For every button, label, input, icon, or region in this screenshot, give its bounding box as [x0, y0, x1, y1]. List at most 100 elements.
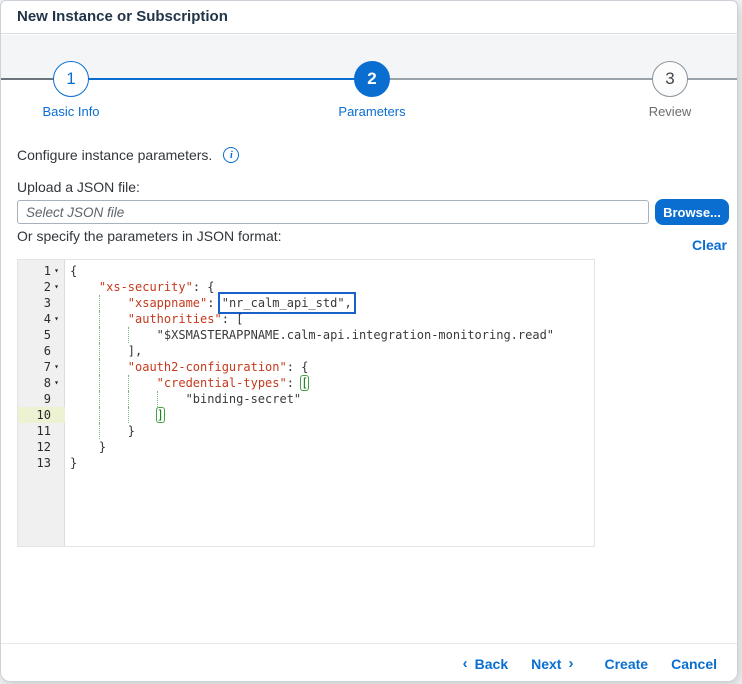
fold-arrow-icon[interactable]: ▾ [51, 279, 62, 295]
indent [70, 423, 99, 439]
indent [70, 311, 99, 327]
line-number: 4 [44, 311, 51, 327]
step-number: 3 [665, 69, 674, 89]
json-code-editor[interactable]: 1▾{2▾"xs-security": {3"xsappname": "nr_c… [17, 259, 595, 547]
fold-arrow-icon[interactable]: ▾ [51, 263, 62, 279]
indent-guide [157, 391, 186, 407]
code-line: 12} [18, 439, 594, 455]
code-content: { [65, 263, 77, 279]
indent [70, 439, 99, 455]
code-line: 13} [18, 455, 594, 471]
line-number: 5 [44, 327, 51, 343]
step-circle-basic-info[interactable]: 1 [53, 61, 89, 97]
cancel-button[interactable]: Cancel [671, 656, 717, 672]
dialog-title: New Instance or Subscription [1, 1, 737, 33]
gutter-cell: 10 [18, 407, 65, 423]
indent [70, 359, 99, 375]
upload-label: Upload a JSON file: [17, 179, 140, 195]
matching-bracket: ] [157, 408, 164, 422]
step-circle-parameters[interactable]: 2 [354, 61, 390, 97]
step-label-basic-info[interactable]: Basic Info [42, 104, 99, 119]
code-text: } [70, 456, 77, 470]
code-content: "$XSMASTERAPPNAME.calm-api.integration-m… [65, 327, 554, 343]
code-content: "binding-secret" [65, 391, 301, 407]
code-line: 11} [18, 423, 594, 439]
step-label-parameters[interactable]: Parameters [338, 104, 405, 119]
indent [70, 407, 99, 423]
gutter-cell: 2▾ [18, 279, 65, 295]
clear-link[interactable]: Clear [692, 237, 727, 253]
matching-bracket: [ [301, 376, 308, 390]
line-number: 13 [37, 455, 51, 471]
code-content: "oauth2-configuration": { [65, 359, 308, 375]
indent-guide [99, 359, 128, 375]
info-icon[interactable]: i [223, 147, 239, 163]
code-content: ] [65, 407, 164, 423]
gutter-cell: 9 [18, 391, 65, 407]
code-text: : [207, 296, 221, 310]
or-specify-label: Or specify the parameters in JSON format… [17, 228, 282, 244]
code-content: "authorities": [ [65, 311, 243, 327]
back-button[interactable]: ‹ Back [463, 656, 508, 672]
indent-guide [99, 391, 128, 407]
indent [70, 279, 99, 295]
code-line: 2▾"xs-security": { [18, 279, 594, 295]
code-line: 10] [18, 407, 594, 423]
chevron-right-icon: › [568, 656, 573, 671]
json-file-input[interactable] [17, 200, 649, 224]
fold-arrow-icon[interactable]: ▾ [51, 359, 62, 375]
line-number: 11 [37, 423, 51, 439]
gutter-cell: 5 [18, 327, 65, 343]
code-text: } [99, 440, 106, 454]
code-line: 8▾"credential-types": [ [18, 375, 594, 391]
gutter-cell: 6 [18, 343, 65, 359]
back-label: Back [475, 656, 508, 672]
line-number: 10 [37, 407, 51, 423]
highlighted-value: "nr_calm_api_std", [222, 296, 352, 310]
line-number: 6 [44, 343, 51, 359]
json-key: "credential-types" [157, 376, 287, 390]
next-button[interactable]: Next › [531, 656, 573, 672]
indent-guide [99, 343, 128, 359]
json-key: "authorities" [128, 312, 222, 326]
code-text: } [128, 424, 135, 438]
json-key: "xs-security" [99, 280, 193, 294]
code-line: 1▾{ [18, 263, 594, 279]
chevron-left-icon: ‹ [463, 656, 468, 671]
code-text: : { [193, 280, 215, 294]
editor-lines: 1▾{2▾"xs-security": {3"xsappname": "nr_c… [18, 263, 594, 471]
indent [70, 327, 99, 343]
wizard-track-completed [53, 78, 372, 80]
code-content: "xs-security": { [65, 279, 215, 295]
fold-arrow-icon[interactable]: ▾ [51, 375, 62, 391]
code-content: "credential-types": [ [65, 375, 308, 391]
next-label: Next [531, 656, 561, 672]
indent-guide [99, 311, 128, 327]
gutter-cell: 4▾ [18, 311, 65, 327]
create-button[interactable]: Create [604, 656, 648, 672]
step-label-review[interactable]: Review [649, 104, 692, 119]
code-text: : { [287, 360, 309, 374]
step-number: 1 [66, 69, 75, 89]
code-line: 3 "xsappname": "nr_calm_api_std", [18, 295, 594, 311]
indent [70, 375, 99, 391]
line-number: 12 [37, 439, 51, 455]
gutter-cell: 8▾ [18, 375, 65, 391]
fold-arrow-icon[interactable]: ▾ [51, 311, 62, 327]
indent [70, 343, 99, 359]
gutter-cell: 7▾ [18, 359, 65, 375]
indent-guide [99, 295, 128, 311]
json-key: "xsappname" [128, 296, 207, 310]
json-string: "binding-secret" [186, 392, 302, 406]
instructions-text: Configure instance parameters. [17, 147, 212, 163]
line-number: 2 [44, 279, 51, 295]
gutter-cell: 13 [18, 455, 65, 471]
step-circle-review[interactable]: 3 [652, 61, 688, 97]
code-content: } [65, 455, 77, 471]
gutter-cell: 1▾ [18, 263, 65, 279]
line-number: 3 [44, 295, 51, 311]
line-number: 9 [44, 391, 51, 407]
browse-button[interactable]: Browse... [655, 199, 729, 225]
indent-guide [99, 423, 128, 439]
dialog-footer: ‹ Back Next › Create Cancel [1, 643, 737, 682]
